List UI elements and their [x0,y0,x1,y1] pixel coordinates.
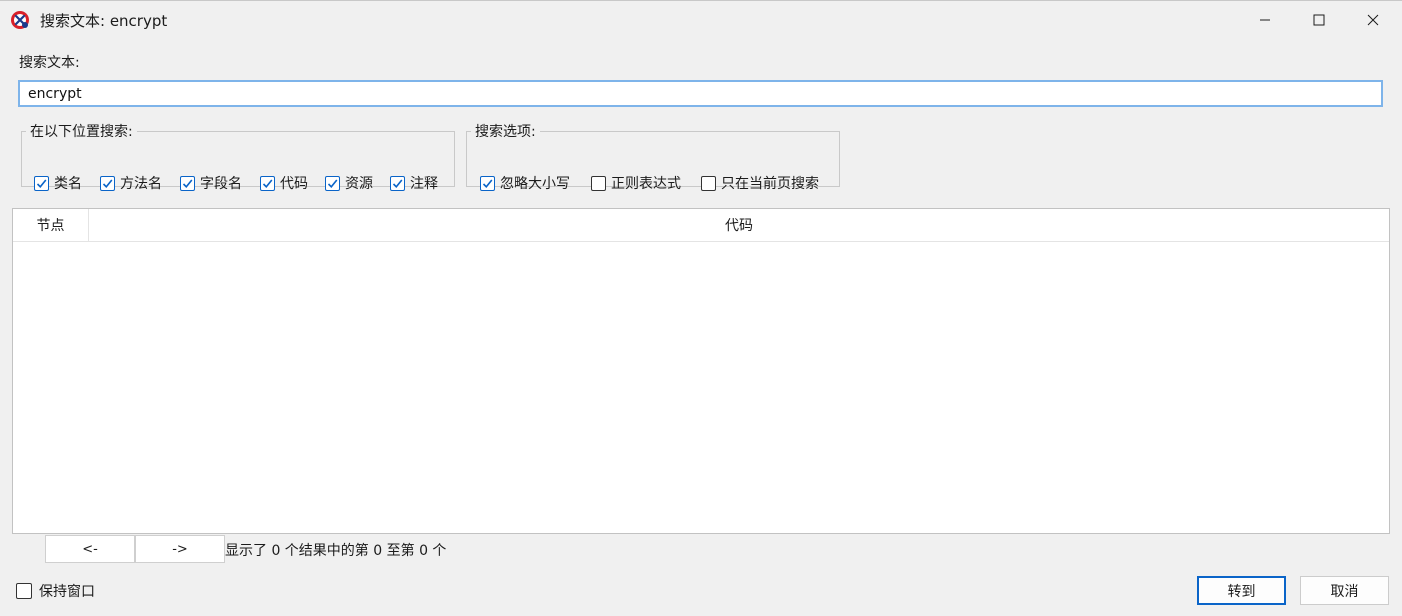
checkbox-label: 正则表达式 [611,176,681,192]
checkmark-icon [262,178,273,188]
results-status-text: 显示了 0 个结果中的第 0 至第 0 个 [225,543,447,559]
checkbox-label: 代码 [280,176,308,192]
checkmark-icon [36,178,47,188]
search-in-group: 在以下位置搜索: 类名 方法名 字段名 代码 资源 注释 [21,121,455,192]
column-header-code[interactable]: 代码 [89,209,1389,241]
checkbox-current-page-only[interactable]: 只在当前页搜索 [701,173,819,193]
results-table[interactable]: 节点 代码 [12,208,1390,534]
checkbox-box[interactable] [390,175,405,191]
window-title: 搜索文本: encrypt [40,12,168,30]
column-header-node[interactable]: 节点 [13,209,89,241]
checkbox-code[interactable]: 代码 [260,173,308,193]
checkbox-comments[interactable]: 注释 [390,173,438,193]
checkmark-icon [482,178,493,188]
title-bar[interactable]: 搜索文本: encrypt [0,1,1402,39]
close-button[interactable] [1346,1,1400,39]
checkbox-box[interactable] [480,175,495,191]
checkbox-label: 只在当前页搜索 [721,176,819,192]
checkbox-resources[interactable]: 资源 [325,173,373,193]
jadx-app-icon [10,10,30,30]
keep-window-label: 保持窗口 [39,584,95,600]
checkbox-box[interactable] [34,175,49,191]
checkmark-icon [102,178,113,188]
search-text-dialog: 搜索文本: encrypt 搜索文本: 在以下位置搜索: 类名 [0,0,1402,616]
checkbox-box[interactable] [100,175,115,191]
next-page-button[interactable]: -> [135,535,225,563]
results-table-header: 节点 代码 [13,209,1389,242]
checkbox-label: 忽略大小写 [500,176,570,192]
checkbox-class-name[interactable]: 类名 [34,173,82,193]
checkbox-method-name[interactable]: 方法名 [100,173,162,193]
maximize-button[interactable] [1292,1,1346,39]
cancel-button[interactable]: 取消 [1300,576,1389,605]
checkbox-box[interactable] [325,175,340,191]
search-input[interactable] [18,80,1383,107]
checkbox-box[interactable] [701,175,716,191]
checkbox-label: 资源 [345,176,373,192]
checkbox-box[interactable] [180,175,195,191]
checkbox-box[interactable] [16,583,32,599]
checkbox-label: 类名 [54,176,82,192]
checkbox-box[interactable] [260,175,275,191]
checkmark-icon [182,178,193,188]
minimize-icon [1260,19,1270,21]
keep-window-checkbox[interactable]: 保持窗口 [16,581,95,601]
checkbox-field-name[interactable]: 字段名 [180,173,242,193]
checkmark-icon [327,178,338,188]
checkbox-label: 字段名 [200,176,242,192]
search-options-group: 搜索选项: 忽略大小写 正则表达式 只在当前页搜索 [466,121,840,192]
checkbox-label: 注释 [410,176,438,192]
goto-button[interactable]: 转到 [1197,576,1286,605]
search-in-legend: 在以下位置搜索: [30,124,133,140]
checkbox-regex[interactable]: 正则表达式 [591,173,681,193]
search-options-legend: 搜索选项: [475,124,536,140]
checkbox-label: 方法名 [120,176,162,192]
maximize-icon [1313,14,1325,26]
search-text-label: 搜索文本: [19,55,80,71]
prev-page-button[interactable]: <- [45,535,135,563]
minimize-button[interactable] [1238,1,1292,39]
checkmark-icon [392,178,403,188]
checkbox-ignore-case[interactable]: 忽略大小写 [480,173,570,193]
close-icon [1367,14,1379,26]
checkbox-box[interactable] [591,175,606,191]
